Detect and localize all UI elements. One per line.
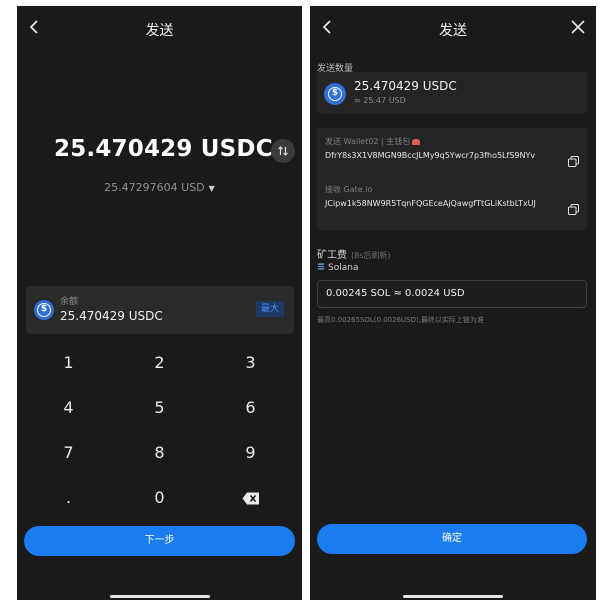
fiat-value: 25.47297604 USD [104,181,205,194]
network-name: Solana [328,263,359,273]
caret-down-icon: ▼ [208,184,215,193]
page-title: 发送 [439,23,467,39]
key-5[interactable]: 5 [114,385,205,430]
balance-value: 25.470429 USDC [60,309,163,323]
delete-key[interactable] [205,475,296,520]
fee-note: 最高0.00265SOL(0.0026USD),最终以实际上链为准 [317,316,484,324]
key-2[interactable]: 2 [114,340,205,385]
key-6[interactable]: 6 [205,385,296,430]
send-fiat-value: ≈ 25.47 USD [354,96,406,105]
key-0[interactable]: 0 [114,475,205,520]
home-indicator [109,595,210,598]
backspace-icon [242,492,259,505]
copy-icon[interactable] [568,156,579,167]
key-3[interactable]: 3 [205,340,296,385]
key-9[interactable]: 9 [205,430,296,475]
send-confirm-screen: 发送 发送数量 $ 25.470429 USDC ≈ 25.47 USD 发送 … [310,6,596,600]
fiat-value-selector[interactable]: 25.47297604 USD ▼ [17,181,302,194]
copy-icon[interactable] [568,204,579,215]
swap-vertical-icon [278,146,288,156]
fee-label: 矿工费 [317,250,347,261]
to-address: JCipw1k58NW9R5TqnFQGEceAjQawgfTtGLiKstbL… [325,199,536,208]
home-indicator [403,595,503,598]
key-1[interactable]: 1 [23,340,114,385]
next-button[interactable]: 下一步 [24,526,295,556]
close-icon[interactable] [570,19,586,35]
address-card: 发送 Wallet02 | 主钱包 DfrY8s3X1V8MGN9BccJLMy… [317,128,587,230]
confirm-button[interactable]: 确定 [317,524,587,554]
fee-title: 矿工费 (8s后刷新) [317,246,391,261]
key-8[interactable]: 8 [114,430,205,475]
asset-card: $ 25.470429 USDC ≈ 25.47 USD [317,72,587,114]
page-title: 发送 [145,23,174,39]
from-address: DfrY8s3X1V8MGN9BccJLMy9q5Ywcr7p3fho5LfS9… [325,151,536,160]
key-7[interactable]: 7 [23,430,114,475]
solana-icon [317,263,325,270]
swap-unit-button[interactable] [271,139,295,163]
network-line: Solana [317,263,358,273]
fee-input[interactable]: 0.00245 SOL ≈ 0.0024 USD [317,280,587,308]
balance-label: 余额 [60,297,79,307]
balance-card: $ 余额 25.470429 USDC 最大 [26,286,294,334]
key-decimal[interactable]: . [23,475,114,520]
max-button[interactable]: 最大 [255,301,284,317]
amount-display: 25.470429 USDC [54,136,273,162]
usdc-icon: $ [34,300,54,320]
key-4[interactable]: 4 [23,385,114,430]
fee-refresh-hint: (8s后刷新) [351,251,391,260]
nav-bar: 发送 [17,6,302,50]
from-label-text: 发送 Wallet02 | 主钱包 [325,137,411,146]
wallet-badge-icon [412,138,421,145]
send-amount-screen: 发送 25.470429 USDC 25.47297604 USD ▼ $ 余额 … [17,6,302,600]
usdc-icon: $ [324,83,346,105]
nav-bar: 发送 [310,6,596,50]
send-amount: 25.470429 USDC [354,79,457,93]
from-label: 发送 Wallet02 | 主钱包 [325,136,421,147]
to-label: 接收 Gate.io [325,185,373,194]
